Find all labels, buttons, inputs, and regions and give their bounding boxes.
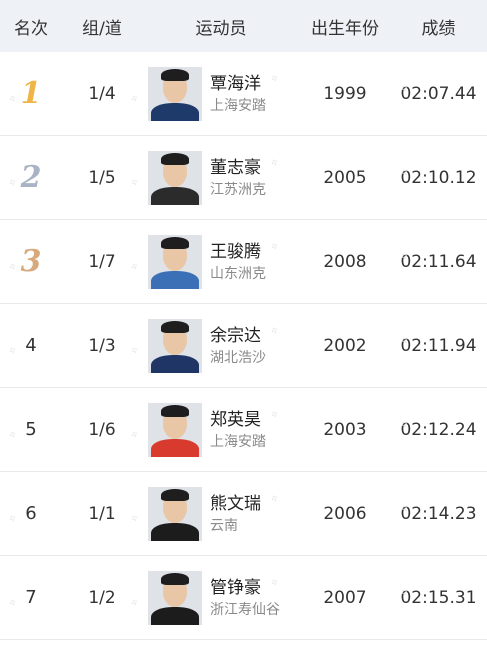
athlete-name[interactable]: 郑英昊 — [210, 408, 266, 432]
athlete-info: 董志豪 江苏洲克 — [210, 156, 266, 200]
result-time-cell: 02:14.23 — [400, 503, 477, 524]
athlete-cell: 王骏腾 山东洲克 — [142, 234, 300, 289]
athlete-photo — [148, 66, 202, 121]
athlete-photo — [148, 234, 202, 289]
birth-year-cell: 2008 — [323, 251, 367, 272]
photo-hair — [161, 572, 189, 585]
photo-shirt — [151, 438, 199, 457]
photo-hair — [161, 152, 189, 165]
athlete-photo — [148, 150, 202, 205]
athlete-cell: 熊文瑞 云南 — [142, 486, 300, 541]
table-row[interactable]: ✧ ✧ ✧ ✧ 1 1/4 覃海洋 上海安踏 1999 02:07.44 — [0, 52, 487, 136]
athlete-photo — [148, 570, 202, 625]
header-athlete: 运动员 — [195, 18, 247, 39]
photo-hair — [161, 488, 189, 501]
header-result: 成绩 — [421, 18, 456, 39]
photo-hair — [161, 320, 189, 333]
athlete-info: 熊文瑞 云南 — [210, 492, 261, 536]
athlete-name[interactable]: 管铮豪 — [210, 576, 280, 600]
athlete-team: 上海安踏 — [210, 97, 266, 114]
lane-cell: 1/1 — [88, 503, 116, 524]
athlete-team: 浙江寿仙谷 — [210, 601, 280, 618]
birth-year-cell: 1999 — [323, 83, 367, 104]
photo-shirt — [151, 354, 199, 373]
rank-number: 6 — [25, 503, 37, 524]
photo-hair — [161, 68, 189, 81]
table-header: 名次 组/道 运动员 出生年份 成绩 — [0, 0, 487, 52]
birth-year-cell: 2007 — [323, 587, 367, 608]
result-time-cell: 02:07.44 — [400, 83, 477, 104]
athlete-name[interactable]: 董志豪 — [210, 156, 266, 180]
athlete-cell: 董志豪 江苏洲克 — [142, 150, 300, 205]
rank-number: 7 — [25, 587, 37, 608]
rank-medal: 1 — [20, 76, 42, 111]
header-lane: 组/道 — [82, 18, 122, 39]
photo-shirt — [151, 186, 199, 205]
result-time-cell: 02:11.94 — [400, 335, 477, 356]
athlete-cell: 管铮豪 浙江寿仙谷 — [142, 570, 300, 625]
lane-cell: 1/3 — [88, 335, 116, 356]
table-row[interactable]: ✧ ✧ ✧ ✧ 2 1/5 董志豪 江苏洲克 2005 02:10.12 — [0, 136, 487, 220]
athlete-name[interactable]: 覃海洋 — [210, 72, 266, 96]
athlete-info: 王骏腾 山东洲克 — [210, 240, 266, 284]
lane-cell: 1/4 — [88, 83, 116, 104]
athlete-team: 云南 — [210, 517, 238, 534]
photo-hair — [161, 404, 189, 417]
birth-year-cell: 2006 — [323, 503, 367, 524]
table-row[interactable]: ✧ ✧ ✧ ✧ 6 1/1 熊文瑞 云南 2006 02:14.23 — [0, 472, 487, 556]
table-row[interactable]: ✧ ✧ ✧ ✧ 3 1/7 王骏腾 山东洲克 2008 02:11.64 — [0, 220, 487, 304]
rank-medal: 2 — [20, 160, 42, 195]
table-body: ✧ ✧ ✧ ✧ 1 1/4 覃海洋 上海安踏 1999 02:07.44 ✧ ✧ ✧ ✧ 2 1/5 董志豪 江苏… — [0, 52, 487, 640]
athlete-name[interactable]: 王骏腾 — [210, 240, 266, 264]
athlete-team: 湖北浩沙 — [210, 349, 266, 366]
table-row[interactable]: ✧ ✧ ✧ ✧ 7 1/2 管铮豪 浙江寿仙谷 2007 02:15.31 — [0, 556, 487, 640]
table-row[interactable]: ✧ ✧ ✧ ✧ 4 1/3 余宗达 湖北浩沙 2002 02:11.94 — [0, 304, 487, 388]
athlete-photo — [148, 318, 202, 373]
athlete-name[interactable]: 余宗达 — [210, 324, 266, 348]
result-time-cell: 02:12.24 — [400, 419, 477, 440]
result-time-cell: 02:11.64 — [400, 251, 477, 272]
athlete-info: 郑英昊 上海安踏 — [210, 408, 266, 452]
athlete-team: 上海安踏 — [210, 433, 266, 450]
athlete-team: 江苏洲克 — [210, 181, 266, 198]
lane-cell: 1/6 — [88, 419, 116, 440]
photo-hair — [161, 236, 189, 249]
photo-shirt — [151, 606, 199, 625]
table-row[interactable]: ✧ ✧ ✧ ✧ 5 1/6 郑英昊 上海安踏 2003 02:12.24 — [0, 388, 487, 472]
rank-number: 5 — [25, 419, 37, 440]
athlete-photo — [148, 402, 202, 457]
rank-medal: 3 — [20, 244, 42, 279]
lane-cell: 1/7 — [88, 251, 116, 272]
birth-year-cell: 2002 — [323, 335, 367, 356]
athlete-info: 管铮豪 浙江寿仙谷 — [210, 576, 280, 620]
athlete-cell: 郑英昊 上海安踏 — [142, 402, 300, 457]
photo-shirt — [151, 270, 199, 289]
athlete-info: 覃海洋 上海安踏 — [210, 72, 266, 116]
athlete-info: 余宗达 湖北浩沙 — [210, 324, 266, 368]
lane-cell: 1/2 — [88, 587, 116, 608]
header-rank: 名次 — [14, 18, 48, 39]
results-table: 名次 组/道 运动员 出生年份 成绩 ✧ ✧ ✧ ✧ 1 1/4 覃海洋 上海安踏 1999 02… — [0, 0, 487, 640]
header-birth-year: 出生年份 — [311, 18, 379, 39]
athlete-name[interactable]: 熊文瑞 — [210, 492, 261, 516]
photo-shirt — [151, 102, 199, 121]
athlete-team: 山东洲克 — [210, 265, 266, 282]
athlete-cell: 余宗达 湖北浩沙 — [142, 318, 300, 373]
athlete-photo — [148, 486, 202, 541]
rank-number: 4 — [25, 335, 37, 356]
athlete-cell: 覃海洋 上海安踏 — [142, 66, 300, 121]
birth-year-cell: 2005 — [323, 167, 367, 188]
birth-year-cell: 2003 — [323, 419, 367, 440]
result-time-cell: 02:10.12 — [400, 167, 477, 188]
result-time-cell: 02:15.31 — [400, 587, 477, 608]
lane-cell: 1/5 — [88, 167, 116, 188]
photo-shirt — [151, 522, 199, 541]
